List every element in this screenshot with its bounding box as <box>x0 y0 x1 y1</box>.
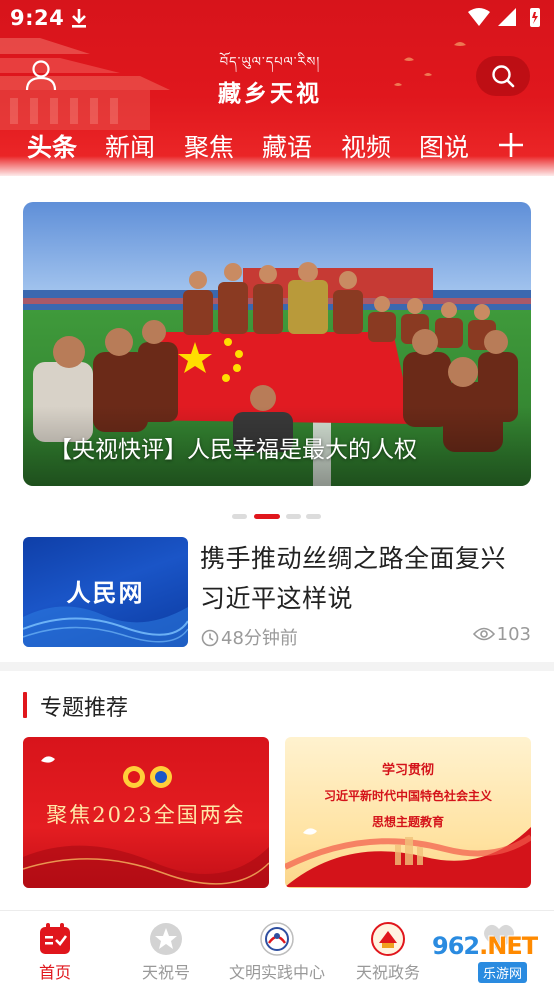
system-status-icons <box>468 8 540 27</box>
tab-pictures[interactable]: 图说 <box>419 128 469 168</box>
nav-home-label: 首页 <box>38 963 71 982</box>
star-badge-icon <box>150 923 182 955</box>
nav-home[interactable]: 首页 <box>0 911 110 984</box>
status-bar: 9:24 <box>0 0 554 38</box>
status-time: 9:24 <box>10 6 65 30</box>
news-thumbnail: 人民网 <box>23 537 188 647</box>
news-view-count: 103 <box>472 624 531 645</box>
tab-video[interactable]: 视频 <box>341 128 391 168</box>
topic-card-line-2: 习近平新时代中国特色社会主义 <box>323 789 492 803</box>
search-icon <box>492 65 515 88</box>
banner-title: 【央视快评】人民幸福是最大的人权 <box>49 437 417 463</box>
banner-dot-1[interactable] <box>232 514 247 519</box>
banner-dot-2[interactable] <box>254 514 280 519</box>
topic-card-line-3: 思想主题教育 <box>371 815 444 829</box>
search-button[interactable] <box>476 56 530 96</box>
watermark-domain: .NET <box>479 932 538 960</box>
banner-dot-4[interactable] <box>306 514 321 519</box>
watermark-brand-number: 962 <box>432 932 480 960</box>
banner-dot-3[interactable] <box>286 514 301 519</box>
thumbnail-label: 人民网 <box>66 578 145 607</box>
featured-banner[interactable]: 【央视快评】人民幸福是最大的人权 <box>23 202 531 486</box>
tab-headlines[interactable]: 头条 <box>27 128 77 168</box>
add-channel-icon[interactable] <box>496 130 526 160</box>
news-timestamp: 48分钟前 <box>201 624 298 650</box>
government-emblem-icon <box>371 922 405 956</box>
logo-tibetan-text: བོད་ཡུལ་དཔལ་རིས། <box>219 55 321 70</box>
civilization-emblem-icon <box>260 922 294 956</box>
topic-card-line-1: 学习贯彻 <box>381 763 434 778</box>
section-accent-bar <box>23 692 27 718</box>
calendar-icon <box>40 923 70 954</box>
nav-tianzhu-account-label: 天祝号 <box>141 963 190 982</box>
news-list-item[interactable]: 人民网 携手推动丝绸之路全面复兴 习近平这样说 48分钟前 103 <box>23 537 531 649</box>
banner-pagination <box>232 514 322 520</box>
user-profile-icon[interactable] <box>24 58 58 92</box>
nav-civilization-center-label: 文明实践中心 <box>228 963 325 982</box>
watermark-brand: 962.NET <box>432 932 538 960</box>
topics-section-title: 专题推荐 <box>40 696 129 721</box>
news-views-text: 103 <box>496 624 531 645</box>
eye-icon <box>472 627 495 641</box>
topic-card-two-sessions[interactable]: 聚焦2023全国两会 <box>23 737 269 888</box>
section-divider <box>0 662 554 671</box>
tab-tibetan[interactable]: 藏语 <box>262 128 312 168</box>
channel-tabs: 头条 新闻 聚焦 藏语 视频 图说 <box>0 128 554 176</box>
logo-chinese-text: 藏乡天视 <box>218 80 322 107</box>
tab-focus[interactable]: 聚焦 <box>184 128 234 168</box>
topic-card-theme-education[interactable]: 学习贯彻 习近平新时代中国特色社会主义 思想主题教育 <box>285 737 531 888</box>
news-title: 携手推动丝绸之路全面复兴 习近平这样说 <box>200 544 507 613</box>
app-logo: བོད་ཡུལ་དཔལ་རིས། 藏乡天视 <box>200 54 340 108</box>
download-icon <box>72 9 86 28</box>
news-time-text: 48分钟前 <box>221 628 298 649</box>
site-watermark: 962.NET 乐游网 <box>418 932 552 984</box>
app-header: 9:24 བོད་ཡུལ་དཔལ་རིས། 藏乡天视 头条 新闻 聚焦 藏语 视… <box>0 0 554 176</box>
nav-civilization-center[interactable]: 文明实践中心 <box>222 911 332 984</box>
tab-news[interactable]: 新闻 <box>105 128 155 168</box>
clock-icon <box>201 629 219 647</box>
nav-tianzhu-account[interactable]: 天祝号 <box>111 911 221 984</box>
watermark-sub: 乐游网 <box>478 962 528 983</box>
topic-card-title: 聚焦2023全国两会 <box>46 803 246 827</box>
